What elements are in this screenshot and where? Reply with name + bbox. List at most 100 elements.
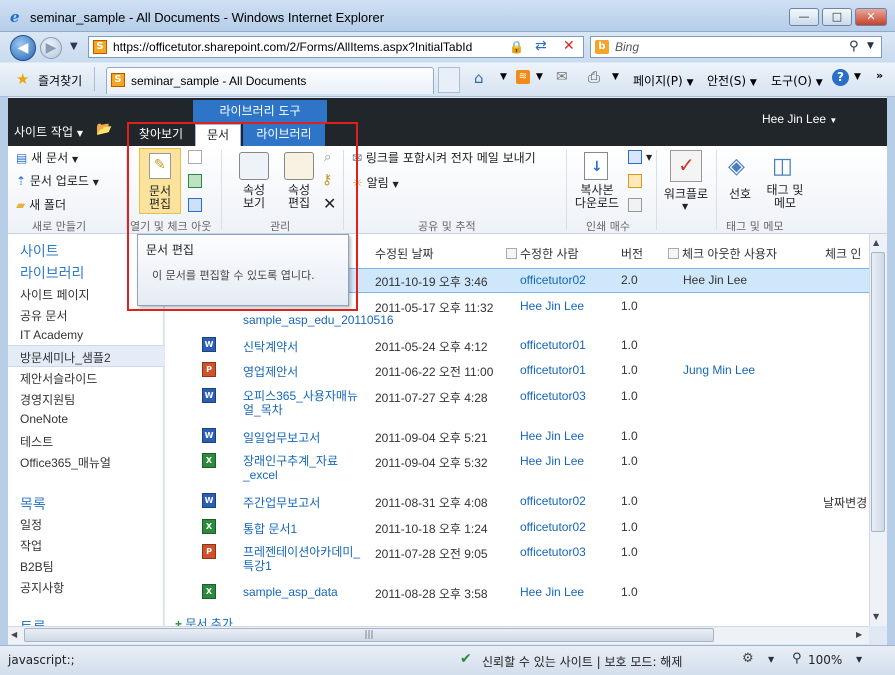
cell-name[interactable]: 신탁계약서 [243,338,298,355]
close-button[interactable]: ✕ [855,8,887,26]
cell-modified-by[interactable]: officetutor01 [520,363,586,377]
security-zone-text[interactable]: 신뢰할 수 있는 사이트 | 보호 모드: 해제 [482,653,682,670]
column-header-modified[interactable]: 수정된 날짜 [375,245,434,262]
like-button[interactable]: ◈ 선호 [722,148,758,214]
go-to-source-icon[interactable] [628,198,642,212]
nav-heading-sites[interactable]: 사이트 [20,241,59,261]
lock-icon[interactable]: 🔒 [509,40,524,54]
maximize-button[interactable]: □ [822,8,852,26]
tools-menu[interactable]: 도구(O) ▼ [771,72,823,89]
nav-item[interactable]: 경영지원팀 [20,391,75,408]
alert-button[interactable]: ☼ 알림 ▼ [352,174,399,191]
tags-notes-button[interactable]: ◫ 태그 및 메모 [762,148,808,214]
filter-checkbox[interactable] [668,248,679,259]
nav-item[interactable]: 작업 [20,537,42,554]
page-menu[interactable]: 페이지(P) ▼ [633,72,693,89]
cell-name[interactable]: 오피스365_사용자매뉴얼_목차 [243,389,363,417]
nav-item[interactable]: B2B팀 [20,558,54,575]
help-dropdown-icon[interactable]: ▼ [854,72,861,82]
cell-modified-by[interactable]: officetutor01 [520,338,586,352]
manage-copies-icon[interactable] [628,174,642,188]
favorites-button[interactable]: 즐겨찾기 [38,72,82,89]
help-icon[interactable]: ? [832,69,849,86]
cell-name[interactable]: 주간업무보고서 [243,494,320,511]
zone-dropdown-icon[interactable]: ▼ [768,655,774,664]
cell-modified-by[interactable]: Hee Jin Lee [520,429,584,443]
nav-item[interactable]: 공유 문서 [20,307,68,324]
cell-name[interactable]: 통합 문서1 [243,520,297,537]
cell-name[interactable]: 일일업무보고서 [243,429,320,446]
cell-modified-by[interactable]: Hee Jin Lee [520,585,584,599]
zoom-icon[interactable]: ⚲ [792,651,802,666]
cell-name[interactable]: sample_asp_data [243,585,338,599]
stop-icon[interactable]: ✕ [563,38,575,54]
print-icon[interactable]: ⎙ [588,68,600,86]
column-header-checked-out[interactable]: 체크 아웃한 사용자 [668,245,777,262]
scroll-down-icon[interactable]: ▼ [873,612,879,621]
nav-item[interactable]: 일정 [20,516,42,533]
cell-checked-out[interactable]: Jung Min Lee [683,363,755,377]
new-tab-button[interactable] [438,67,460,93]
refresh-icon[interactable]: ⇄ [535,38,547,54]
back-button[interactable]: ◀ [10,35,36,61]
print-dropdown-icon[interactable]: ▼ [612,72,619,82]
add-document-link[interactable]: + 문서 추가 [175,615,233,626]
cell-name[interactable]: 영업제안서 [243,363,298,380]
nav-item[interactable]: 사이트 페이지 [20,286,90,303]
navigate-up-icon[interactable]: 📂 [96,122,112,137]
safety-menu[interactable]: 안전(S) ▼ [707,72,757,89]
cell-name[interactable]: 프레젠테이션아카데미_특강1 [243,545,363,573]
search-options-icon[interactable]: ▼ [867,41,874,51]
mail-icon[interactable]: ✉ [556,69,568,85]
nav-heading-lists[interactable]: 목록 [20,494,46,514]
cell-name[interactable]: sample_asp_edu_20110516 [243,313,394,327]
scroll-right-icon[interactable]: ▶ [856,630,862,639]
send-to-icon[interactable] [628,150,642,164]
site-actions-menu[interactable]: 사이트 작업 ▼ [14,123,83,140]
zoom-level[interactable]: 100% [808,653,842,667]
zone-settings-icon[interactable]: ⚙ [742,651,754,666]
column-header-modified-by[interactable]: 수정한 사람 [506,245,579,262]
send-to-chevron-icon[interactable]: ▼ [646,153,652,162]
search-placeholder[interactable]: Bing [615,40,639,54]
nav-item[interactable]: 공지사항 [20,579,64,596]
scroll-up-icon[interactable]: ▲ [873,238,879,247]
download-copy-button[interactable]: ↓ 복사본 다운로드 [572,148,622,214]
nav-item[interactable]: 테스트 [20,433,53,450]
new-folder-button[interactable]: ▰ 새 폴더 [16,196,66,213]
workflow-button[interactable]: ✓ 워크플로 ▼ [660,148,712,214]
forward-button[interactable]: ▶ [40,37,62,59]
cell-checked-out[interactable]: Hee Jin Lee [683,273,747,287]
cell-modified-by[interactable]: Hee Jin Lee [520,299,584,313]
user-menu[interactable]: Hee Jin Lee ▼ [762,112,837,126]
nav-heading-libraries[interactable]: 라이브러리 [20,263,84,283]
filter-checkbox[interactable] [506,248,517,259]
home-dropdown-icon[interactable]: ▼ [500,72,507,82]
url-field[interactable]: S https://officetutor.sharepoint.com/2/F… [88,36,584,58]
cell-modified-by[interactable]: officetutor02 [520,494,586,508]
cell-modified-by[interactable]: officetutor02 [520,520,586,534]
tab-title[interactable]: seminar_sample - All Documents [131,74,306,88]
nav-item-selected[interactable]: 방문세미나_샘플2 [20,349,111,366]
cell-name[interactable]: 장래인구추계_자료_excel [243,454,363,482]
nav-item[interactable]: Office365_매뉴얼 [20,454,111,471]
email-link-button[interactable]: ✉ 링크를 포함시켜 전자 메일 보내기 [352,149,536,166]
column-header-version[interactable]: 버전 [621,245,643,262]
nav-item[interactable]: IT Academy [20,328,83,342]
browser-tab[interactable]: S seminar_sample - All Documents [106,67,434,94]
rss-icon[interactable]: ≋ [516,70,530,84]
rss-dropdown-icon[interactable]: ▼ [536,72,543,82]
url-text[interactable]: https://officetutor.sharepoint.com/2/For… [113,40,507,54]
upload-document-button[interactable]: ⇡ 문서 업로드 ▼ [16,172,99,189]
search-icon[interactable]: ⚲ [849,39,859,54]
horizontal-scroll-thumb[interactable]: ||| [24,628,714,642]
nav-item[interactable]: 제안서슬라이드 [20,370,97,387]
cell-modified-by[interactable]: officetutor02 [520,273,586,287]
new-document-button[interactable]: ▤ 새 문서 ▼ [16,149,78,166]
cell-modified-by[interactable]: officetutor03 [520,389,586,403]
history-dropdown-icon[interactable]: ▼ [70,41,78,52]
zoom-dropdown-icon[interactable]: ▼ [856,655,862,664]
search-field[interactable]: b Bing ⚲ ▼ [590,36,882,58]
nav-item[interactable]: OneNote [20,412,68,426]
minimize-button[interactable]: — [789,8,819,26]
